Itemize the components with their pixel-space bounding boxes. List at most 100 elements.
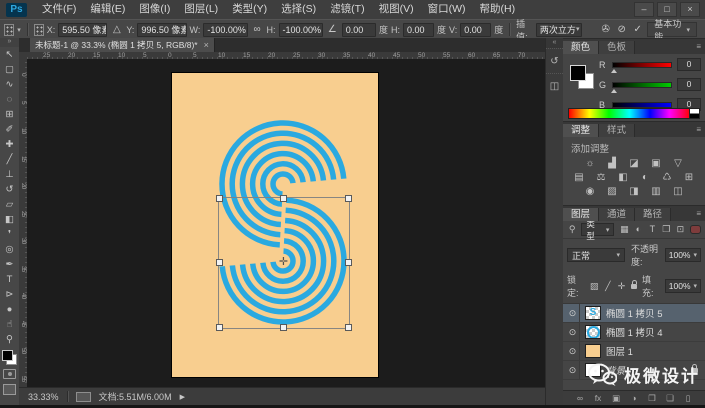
visibility-eye-icon[interactable]: ⊙ (566, 323, 580, 341)
tool-preset-icon[interactable] (4, 23, 15, 36)
transform-handle-sw[interactable] (216, 324, 223, 331)
filter-type-icon[interactable]: T (646, 224, 658, 235)
transform-handle-ne[interactable] (345, 195, 352, 202)
layer-mask-icon[interactable]: ▣ (611, 393, 621, 404)
close-tab-icon[interactable]: × (204, 38, 209, 52)
menu-item[interactable]: 图层(L) (177, 0, 225, 19)
move-tool[interactable]: ↖ (0, 47, 19, 62)
menu-item[interactable]: 文件(F) (35, 0, 83, 19)
clone-stamp-tool[interactable]: ⊥ (0, 167, 19, 182)
transform-handle-e[interactable] (345, 259, 352, 266)
dock-collapse-icon[interactable]: « (546, 38, 563, 48)
visibility-eye-icon[interactable]: ⊙ (566, 304, 580, 322)
color-spectrum-bar[interactable] (568, 108, 691, 119)
v-skew-input[interactable]: 0.00 (460, 22, 492, 37)
threshold-icon[interactable]: ◨ (627, 186, 642, 198)
type-tool[interactable]: T (0, 272, 19, 287)
menu-item[interactable]: 选择(S) (274, 0, 323, 19)
gradient-tool[interactable]: ◧ (0, 212, 19, 227)
tab-styles[interactable]: 样式 (599, 124, 636, 137)
lock-pixels-icon[interactable]: ╱ (604, 281, 613, 292)
eyedropper-tool[interactable]: ✐ (0, 122, 19, 137)
minimize-button[interactable]: – (634, 2, 654, 17)
layer-row[interactable]: ⊙ 椭圆 1 拷贝 4 (563, 323, 705, 342)
eraser-tool[interactable]: ▱ (0, 197, 19, 212)
curves-icon[interactable]: ◪ (627, 158, 642, 170)
status-expand-icon[interactable]: ▶ (180, 393, 185, 401)
visibility-eye-icon[interactable]: ⊙ (566, 361, 580, 379)
exposure-icon[interactable]: ▣ (649, 158, 664, 170)
height-input[interactable]: -100.00% (278, 22, 323, 37)
quick-selection-tool[interactable]: ◌ (0, 92, 19, 107)
transform-handle-w[interactable] (216, 259, 223, 266)
gradient-map-icon[interactable]: ▥ (649, 186, 664, 198)
transform-handle-s[interactable] (280, 324, 287, 331)
channel-mixer-icon[interactable]: ♺ (660, 172, 675, 184)
panel-menu-icon[interactable]: ≡ (696, 125, 701, 134)
foreground-color-swatch[interactable] (570, 65, 586, 81)
filter-adjustment-icon[interactable]: ◐ (632, 224, 644, 235)
menu-item[interactable]: 编辑(E) (83, 0, 132, 19)
workspace-switcher[interactable]: 基本功能 ▾ (647, 19, 698, 42)
delete-layer-icon[interactable]: ▯ (683, 393, 693, 404)
menu-item[interactable]: 图像(I) (132, 0, 177, 19)
green-value[interactable]: 0 (677, 78, 701, 91)
blur-tool[interactable]: ❜ (0, 227, 19, 242)
panel-menu-icon[interactable]: ≡ (696, 42, 701, 51)
toolbar-collapse-icon[interactable]: » (0, 38, 19, 47)
interpolation-select[interactable]: 两次立方 ▾ (535, 22, 582, 37)
black-white-icon[interactable]: ◧ (616, 172, 631, 184)
lock-all-icon[interactable] (630, 279, 637, 289)
color-balance-icon[interactable]: ⚖ (594, 172, 609, 184)
layer-thumbnail[interactable] (585, 344, 601, 358)
tab-paths[interactable]: 路径 (635, 208, 672, 221)
opacity-select[interactable]: 100% ▾ (664, 248, 701, 262)
reference-point-icon[interactable] (33, 23, 44, 36)
brightness-contrast-icon[interactable]: ☼ (583, 158, 598, 170)
quick-mask-icon[interactable] (3, 369, 16, 379)
color-lookup-icon[interactable]: ⊞ (682, 172, 697, 184)
pen-tool[interactable]: ✒ (0, 257, 19, 272)
y-input[interactable]: 996.50 像素 (137, 22, 187, 37)
foreground-color-swatch[interactable] (2, 350, 13, 361)
transform-bounding-box[interactable]: ✛ (216, 195, 352, 331)
filter-image-icon[interactable]: ▦ (618, 224, 630, 235)
invert-icon[interactable]: ◉ (583, 186, 598, 198)
levels-icon[interactable]: ▟ (605, 158, 620, 170)
spectrum-bw-cap[interactable] (689, 108, 700, 119)
menu-item[interactable]: 类型(Y) (225, 0, 274, 19)
maximize-button[interactable]: □ (657, 2, 677, 17)
menu-item[interactable]: 滤镜(T) (323, 0, 371, 19)
menu-item[interactable]: 帮助(H) (473, 0, 523, 19)
layer-row[interactable]: ⊙ 图层 1 (563, 342, 705, 361)
cancel-transform-icon[interactable]: ⊘ (615, 24, 628, 35)
close-button[interactable]: × (680, 2, 700, 17)
filter-kind-select[interactable]: 类型 ▾ (581, 219, 615, 241)
fill-select[interactable]: 100% ▾ (664, 279, 702, 293)
width-input[interactable]: -100.00% (203, 22, 248, 37)
transform-reference-point[interactable]: ✛ (277, 256, 290, 269)
menu-item[interactable]: 窗口(W) (421, 0, 473, 19)
layer-filter-toggle[interactable] (690, 225, 701, 234)
transform-handle-n[interactable] (280, 195, 287, 202)
new-group-icon[interactable]: ❒ (647, 393, 657, 404)
red-value[interactable]: 0 (677, 58, 701, 71)
healing-brush-tool[interactable]: ✚ (0, 137, 19, 152)
dodge-tool[interactable]: ◎ (0, 242, 19, 257)
green-slider[interactable] (611, 81, 672, 93)
vibrance-icon[interactable]: ▽ (671, 158, 686, 170)
tool-preset-dropdown-icon[interactable]: ▾ (17, 26, 21, 34)
history-brush-tool[interactable]: ↺ (0, 182, 19, 197)
ellipse-tool[interactable]: ● (0, 302, 19, 317)
angle-input[interactable]: 0.00 (341, 22, 376, 37)
tab-channels[interactable]: 通道 (599, 208, 636, 221)
layer-thumbnail[interactable] (585, 325, 601, 339)
lock-position-icon[interactable]: ✛ (617, 281, 626, 292)
menu-item[interactable]: 视图(V) (372, 0, 421, 19)
commit-transform-icon[interactable]: ✓ (631, 24, 644, 35)
hue-saturation-icon[interactable]: ▤ (572, 172, 587, 184)
document-tab[interactable]: 未标题-1 @ 33.3% (椭圆 1 拷贝 5, RGB/8)* × (30, 38, 215, 52)
relative-position-icon[interactable]: △ (110, 24, 123, 35)
visibility-eye-icon[interactable]: ⊙ (566, 342, 580, 360)
properties-panel-icon[interactable]: ◫ (546, 73, 563, 98)
